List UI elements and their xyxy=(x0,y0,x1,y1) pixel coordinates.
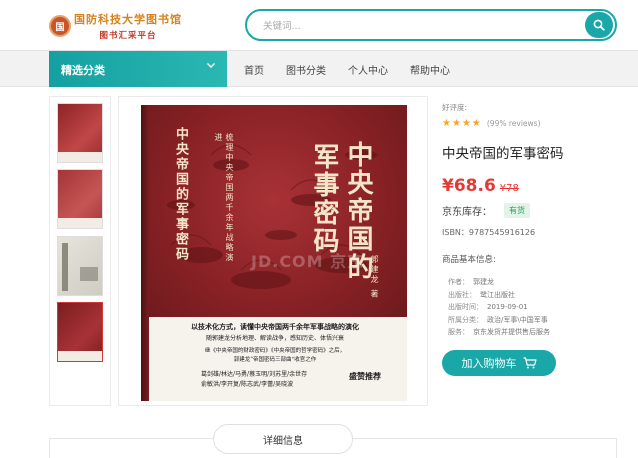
category-dropdown[interactable]: 精选分类 xyxy=(49,51,227,87)
watermark: JD.COM 京东 xyxy=(251,252,365,271)
cover-tagline-3: 继《中央帝国的财政密码》《中央帝国的哲学密码》之后， xyxy=(204,348,346,354)
main-nav: 精选分类 首页 图书分类 个人中心 帮助中心 xyxy=(0,50,638,87)
logo-subtitle: 图书汇采平台 xyxy=(99,31,157,41)
cover-spine-title: 中央帝国的军事密码 xyxy=(173,127,188,262)
nav-link-categories[interactable]: 图书分类 xyxy=(286,62,326,77)
search-icon xyxy=(593,19,605,31)
site-header: 国 国防科技大学图书馆 图书汇采平台 xyxy=(0,0,638,50)
book-cover: 中央帝国的军事密码 军事密码 中央帝国的 梳理中央帝国两千余年战略演进 郭建龙 … xyxy=(141,105,407,401)
category-label: 精选分类 xyxy=(61,64,105,77)
meta-row: 出版时间： 2019-09-01 xyxy=(448,303,528,311)
cover-endorsers-2: 俞敏洪/李开复/陈志武/李蕾/吴晓波 xyxy=(201,381,294,388)
stock-row: 京东库存： 有货 xyxy=(442,203,530,218)
meta-row: 作者： 郭建龙 xyxy=(448,278,494,286)
search-bar xyxy=(245,9,617,41)
cover-recommend: 盛赞推荐 xyxy=(349,371,381,381)
cover-tagline-1: 以技术化方式，读懂中央帝国两千余年军事战略的演化 xyxy=(191,322,359,331)
thumbnail-1[interactable] xyxy=(57,103,103,163)
logo-seal-icon: 国 xyxy=(49,15,71,37)
star-icon: ★ xyxy=(451,118,461,129)
cover-tagline-4: 郭建龙“帝国密码三部曲”收官之作 xyxy=(233,357,317,363)
star-icon: ★ xyxy=(461,118,471,129)
thumbnail-gallery xyxy=(49,96,111,406)
product-meta: 作者： 郭建龙 出版社： 鹭江出版社 出版时间： 2019-09-01 所属分类： 政治… xyxy=(448,276,550,339)
chevron-down-icon xyxy=(207,63,215,68)
meta-row: 服务： 京东发货并提供售后服务 xyxy=(448,328,550,336)
tab-details[interactable]: 详细信息 xyxy=(213,424,353,454)
cover-subtitle: 梳理中央帝国两千余年战略演进 xyxy=(214,133,234,263)
product-main-image[interactable]: 中央帝国的军事密码 军事密码 中央帝国的 梳理中央帝国两千余年战略演进 郭建龙 … xyxy=(118,96,428,406)
star-icon: ★ xyxy=(442,118,451,129)
thumbnail-2[interactable] xyxy=(57,169,103,229)
nav-link-home[interactable]: 首页 xyxy=(244,62,264,77)
nav-links: 首页 图书分类 个人中心 帮助中心 xyxy=(244,51,472,87)
add-to-cart-button[interactable]: 加入购物车 xyxy=(442,350,556,376)
thumbnail-4[interactable] xyxy=(57,302,103,362)
cover-tagline-2: 随郭建龙分析地理、解读战争，感知历史、体悟兴衰 xyxy=(205,335,344,342)
stock-badge: 有货 xyxy=(504,203,530,218)
cart-icon xyxy=(523,357,537,369)
meta-row: 出版社： 鹭江出版社 xyxy=(448,290,515,299)
stock-label: 京东库存： xyxy=(442,207,492,218)
thumbnail-3[interactable] xyxy=(57,236,103,296)
logo-title: 国防科技大学图书馆 xyxy=(74,13,182,26)
meta-row: 所属分类： 政治/军事\中国军事 xyxy=(448,315,548,324)
cover-endorsers-1: 葛剑雄/林达/马勇/蔡玉明/刘苏里/余世存 xyxy=(201,371,308,378)
cover-author: 郭建龙 著 xyxy=(370,255,379,300)
star-icon: ★ xyxy=(471,118,481,129)
product-title: 中央帝国的军事密码 xyxy=(442,146,564,162)
current-price: ¥68.6 xyxy=(442,176,496,196)
search-input[interactable] xyxy=(263,17,563,35)
site-logo[interactable]: 国 国防科技大学图书馆 图书汇采平台 xyxy=(49,11,182,41)
star-rating: ★ ★ ★ ★ (99% reviews) xyxy=(442,118,541,129)
isbn: ISBN：9787545916126 xyxy=(442,228,536,237)
search-button[interactable] xyxy=(585,12,613,38)
original-price: ¥78 xyxy=(499,183,519,194)
add-to-cart-label: 加入购物车 xyxy=(461,357,517,370)
review-percentage: (99% reviews) xyxy=(486,119,541,128)
rating-label: 好评度: xyxy=(442,103,468,112)
info-heading: 商品基本信息: xyxy=(442,255,496,265)
cover-title-left: 军事密码 xyxy=(309,143,339,255)
nav-link-account[interactable]: 个人中心 xyxy=(348,62,388,77)
price-row: ¥68.6 ¥78 xyxy=(442,176,519,196)
nav-link-help[interactable]: 帮助中心 xyxy=(410,62,450,77)
